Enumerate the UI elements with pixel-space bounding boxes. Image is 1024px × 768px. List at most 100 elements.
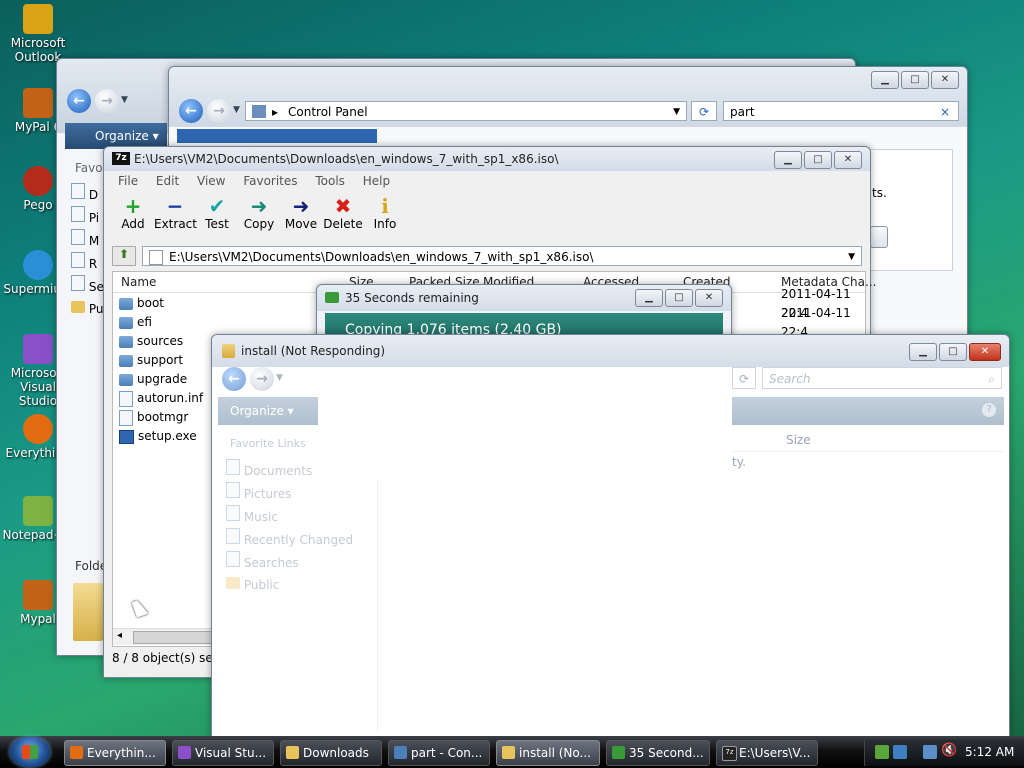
sidebar-item[interactable]: Pi bbox=[71, 206, 104, 229]
maximize-button[interactable]: □ bbox=[939, 343, 967, 361]
folder-icon bbox=[119, 335, 133, 348]
sidebar-item[interactable]: M bbox=[71, 229, 104, 252]
search-input[interactable]: Search ⌕ bbox=[762, 367, 1002, 389]
menu-edit[interactable]: Edit bbox=[156, 174, 179, 188]
windows-logo-icon bbox=[22, 745, 38, 759]
file-name: efi bbox=[137, 315, 152, 329]
link-pictures[interactable]: Pictures bbox=[226, 482, 353, 505]
sidebar-item[interactable]: D bbox=[71, 183, 104, 206]
maximize-button[interactable]: □ bbox=[804, 151, 832, 169]
minimize-button[interactable]: ▁ bbox=[871, 71, 899, 89]
link-label: Public bbox=[243, 578, 280, 592]
close-button[interactable]: ✕ bbox=[969, 343, 1001, 361]
sidebar-item-label: M bbox=[88, 234, 100, 248]
sidebar-item-label: Pu bbox=[88, 302, 104, 316]
taskbar-button-everything[interactable]: Everythin... bbox=[64, 740, 166, 766]
music-icon bbox=[226, 505, 240, 521]
close-button[interactable]: ✕ bbox=[834, 151, 862, 169]
folder-icon bbox=[119, 316, 133, 329]
clock[interactable]: 5:12 AM bbox=[965, 745, 1014, 759]
taskbar-button-downloads[interactable]: Downloads bbox=[280, 740, 382, 766]
menu-help[interactable]: Help bbox=[363, 174, 390, 188]
column-size[interactable]: Size bbox=[786, 433, 811, 447]
maximize-button[interactable]: □ bbox=[665, 289, 693, 307]
window-title: E:\Users\VM2\Documents\Downloads\en_wind… bbox=[134, 152, 559, 166]
taskbar-button-install[interactable]: install (No... bbox=[496, 740, 600, 766]
close-button[interactable]: ✕ bbox=[931, 71, 959, 89]
forward-arrow-icon[interactable]: → bbox=[95, 89, 119, 113]
add-button[interactable]: + Add bbox=[112, 195, 154, 241]
move-button[interactable]: ➜ Move bbox=[280, 195, 322, 241]
add-icon: + bbox=[124, 194, 142, 218]
column-name[interactable]: Name bbox=[121, 272, 156, 292]
copy-button[interactable]: ➜ Copy bbox=[238, 195, 280, 241]
tray-volume-icon[interactable]: 🔇 bbox=[941, 743, 957, 758]
result-button[interactable] bbox=[870, 226, 888, 248]
sidebar-item[interactable]: Se bbox=[71, 275, 104, 298]
taskbar-label: Everythin... bbox=[87, 746, 156, 760]
close-button[interactable]: ✕ bbox=[695, 289, 723, 307]
menu-view[interactable]: View bbox=[197, 174, 225, 188]
minimize-button[interactable]: ▁ bbox=[909, 343, 937, 361]
taskbar-label: E:\Users\V... bbox=[739, 746, 811, 760]
link-music[interactable]: Music bbox=[226, 505, 353, 528]
empty-folder-text: ty. bbox=[732, 455, 746, 469]
path-dropdown-icon[interactable]: ▼ bbox=[848, 247, 855, 265]
folder-icon bbox=[226, 577, 240, 589]
recent-dropdown-icon[interactable]: ▼ bbox=[121, 95, 128, 105]
taskbar-button-7zip[interactable]: 7z E:\Users\V... bbox=[716, 740, 818, 766]
documents-icon bbox=[226, 459, 240, 475]
forward-arrow-icon[interactable]: → bbox=[250, 367, 274, 391]
info-button[interactable]: i Info bbox=[364, 195, 406, 241]
exe-icon bbox=[119, 429, 134, 444]
link-recently-changed[interactable]: Recently Changed bbox=[226, 528, 353, 551]
back-arrow-icon[interactable]: ← bbox=[67, 89, 91, 113]
sidebar-item[interactable]: Pu bbox=[71, 298, 104, 320]
folder-icon bbox=[502, 746, 515, 759]
delete-label: Delete bbox=[323, 217, 363, 231]
back-arrow-icon[interactable]: ← bbox=[222, 367, 246, 391]
menu-tools[interactable]: Tools bbox=[315, 174, 345, 188]
recent-dropdown-icon[interactable]: ▼ bbox=[276, 373, 283, 383]
copy-icon bbox=[325, 292, 339, 303]
help-icon[interactable]: ? bbox=[982, 403, 996, 417]
link-searches[interactable]: Searches bbox=[226, 551, 353, 574]
refresh-icon[interactable]: ⟳ bbox=[691, 101, 717, 121]
taskbar-button-copy-progress[interactable]: 35 Second... bbox=[606, 740, 710, 766]
forward-arrow-icon[interactable]: → bbox=[207, 99, 231, 123]
search-input[interactable]: part × bbox=[723, 101, 959, 121]
path-field[interactable]: E:\Users\VM2\Documents\Downloads\en_wind… bbox=[142, 246, 862, 266]
searches-icon bbox=[226, 551, 240, 567]
tray-monitor-icon[interactable] bbox=[923, 745, 937, 759]
minimize-button[interactable]: ▁ bbox=[774, 151, 802, 169]
tray-app-icon[interactable] bbox=[893, 745, 907, 759]
organize-button[interactable]: Organize ▾ bbox=[218, 397, 318, 425]
up-folder-icon[interactable]: ⬆ bbox=[112, 246, 136, 266]
taskbar-button-control-panel[interactable]: part - Con... bbox=[388, 740, 490, 766]
back-arrow-icon[interactable]: ← bbox=[179, 99, 203, 123]
refresh-icon[interactable]: ⟳ bbox=[732, 367, 756, 389]
address-bar[interactable]: ▸ Control Panel ▼ bbox=[245, 101, 687, 121]
link-documents[interactable]: Documents bbox=[226, 459, 353, 482]
address-dropdown-icon[interactable]: ▼ bbox=[673, 102, 680, 120]
scroll-left-icon[interactable]: ◂ bbox=[117, 630, 122, 641]
recent-dropdown-icon[interactable]: ▼ bbox=[233, 105, 240, 115]
taskbar-label: Visual Stu... bbox=[195, 746, 267, 760]
favorite-links: Documents Pictures Music Recently Change… bbox=[226, 459, 353, 596]
maximize-button[interactable]: □ bbox=[901, 71, 929, 89]
test-button[interactable]: ✔ Test bbox=[196, 195, 238, 241]
menu-file[interactable]: File bbox=[118, 174, 138, 188]
start-button[interactable] bbox=[10, 737, 50, 767]
minimize-button[interactable]: ▁ bbox=[635, 289, 663, 307]
delete-button[interactable]: ✖ Delete bbox=[322, 195, 364, 241]
favorite-links-label: Favorite Links bbox=[230, 437, 306, 450]
extract-button[interactable]: − Extract bbox=[154, 195, 197, 241]
desktop-icon-outlook[interactable]: Microsoft Outlook bbox=[0, 4, 76, 64]
clear-search-icon[interactable]: × bbox=[940, 102, 950, 120]
taskbar-button-visual-studio[interactable]: Visual Stu... bbox=[172, 740, 274, 766]
sidebar-item[interactable]: R bbox=[71, 252, 104, 275]
file-name: bootmgr bbox=[137, 410, 189, 424]
tray-network-icon[interactable] bbox=[875, 745, 889, 759]
link-public[interactable]: Public bbox=[226, 574, 353, 596]
menu-favorites[interactable]: Favorites bbox=[243, 174, 297, 188]
